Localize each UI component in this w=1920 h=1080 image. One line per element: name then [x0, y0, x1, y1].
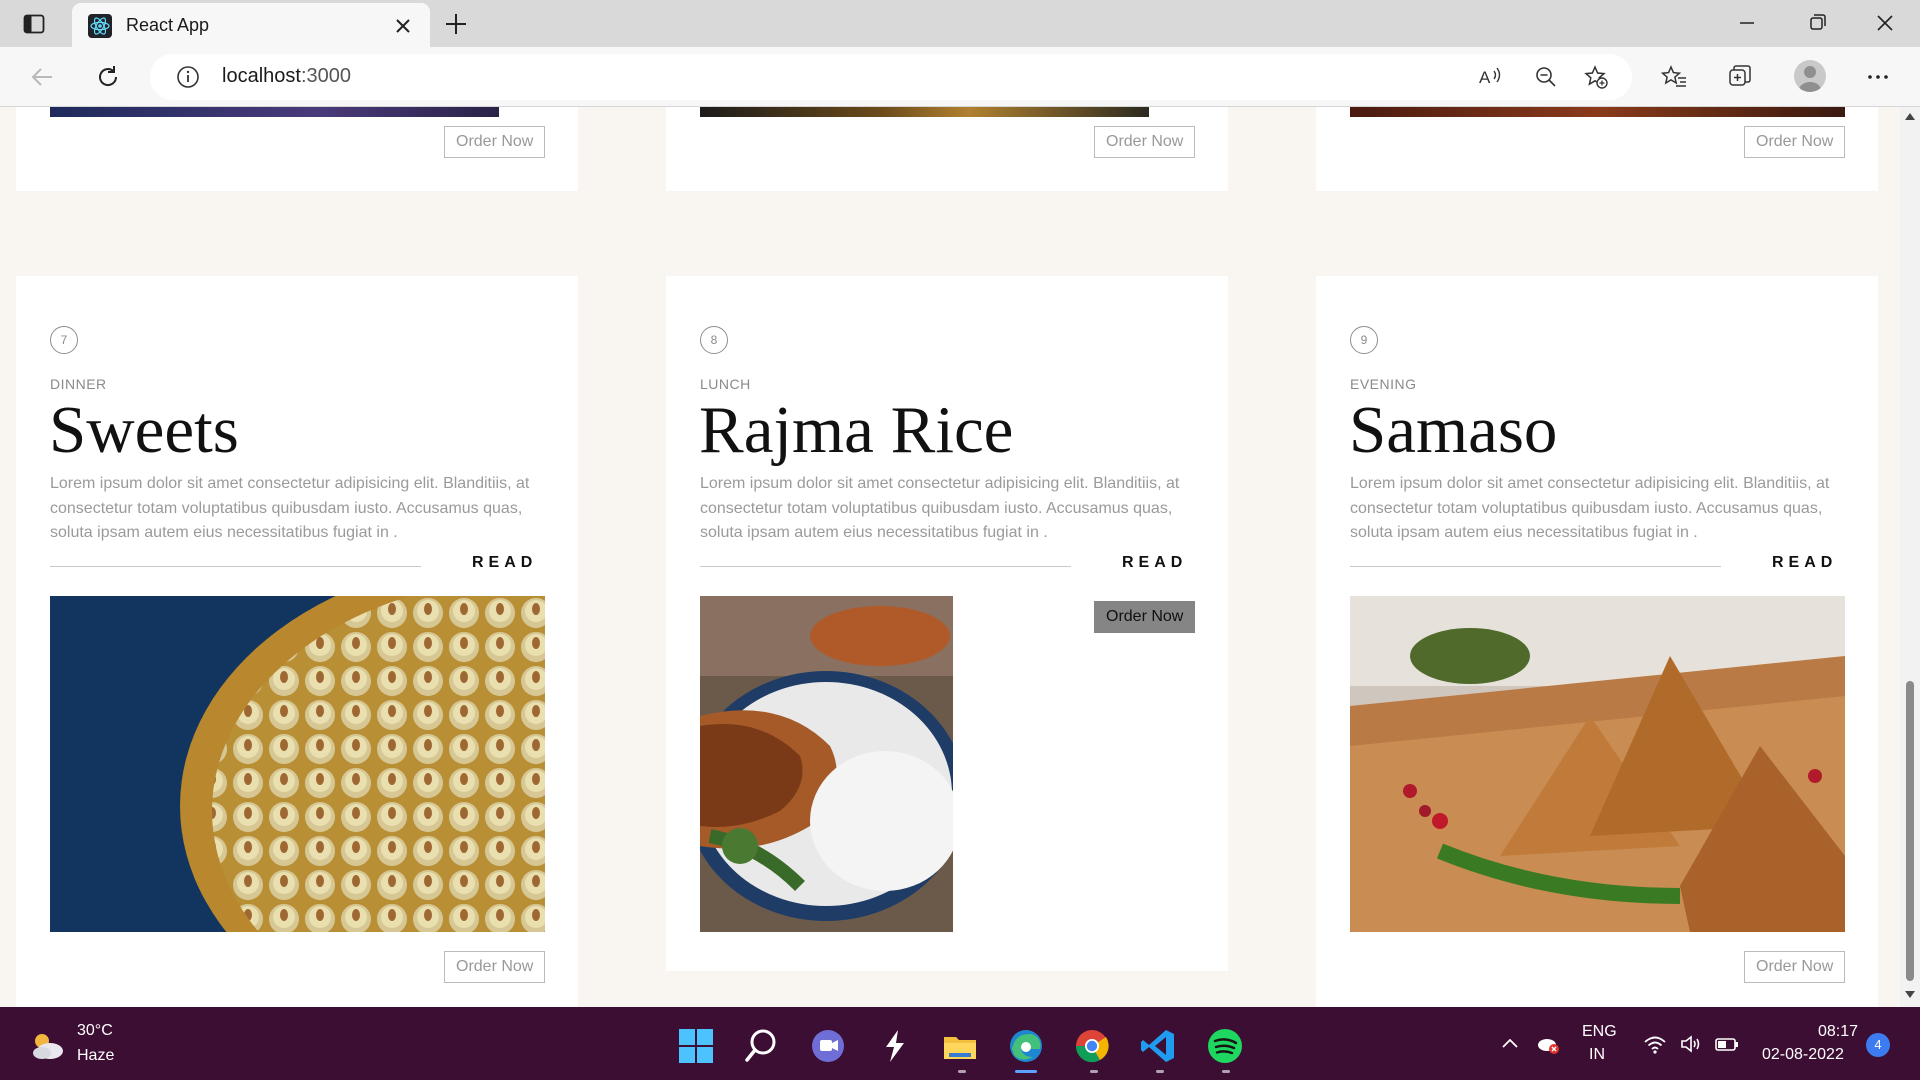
react-logo-icon [88, 14, 112, 38]
card-title: Sweets [49, 393, 239, 467]
weather-haze-icon[interactable] [28, 1029, 66, 1063]
menu-card-top-3: Order Now [1316, 107, 1878, 191]
samosa-image [1350, 596, 1845, 932]
order-now-button[interactable]: Order Now [1744, 126, 1846, 158]
search-icon[interactable] [743, 1027, 781, 1065]
svg-text:A: A [1479, 68, 1491, 87]
profile-avatar[interactable] [1794, 60, 1826, 92]
battery-icon[interactable] [1714, 1031, 1740, 1057]
weather-temperature[interactable]: 30°C [77, 1022, 113, 1040]
input-region[interactable]: IN [1589, 1046, 1605, 1064]
edge-browser-icon[interactable] [1007, 1027, 1045, 1065]
card-description: Lorem ipsum dolor sit amet consectetur a… [50, 475, 530, 541]
address-bar[interactable]: localhost:3000 A [150, 54, 1632, 100]
card-category: LUNCH [700, 376, 751, 392]
read-aloud-icon[interactable]: A [1476, 63, 1504, 91]
scroll-up-arrow-icon[interactable] [1905, 113, 1915, 120]
windows-taskbar: 30°C Haze ENG IN 08:17 02-08-2022 4 [0, 1007, 1920, 1080]
teams-chat-icon[interactable] [809, 1027, 847, 1065]
divider-line [50, 566, 421, 567]
sweets-image [50, 596, 545, 932]
scroll-down-arrow-icon[interactable] [1905, 991, 1915, 998]
more-options-icon[interactable] [1864, 63, 1892, 91]
running-indicator [1156, 1070, 1164, 1073]
input-language[interactable]: ENG [1582, 1023, 1617, 1041]
card-description: Lorem ipsum dolor sit amet consectetur a… [700, 475, 1180, 541]
card-category: DINNER [50, 376, 107, 392]
menu-card-top-2: Order Now [666, 107, 1228, 191]
running-indicator [958, 1070, 966, 1073]
notification-count-badge[interactable]: 4 [1866, 1033, 1890, 1057]
order-now-button[interactable]: Order Now [1744, 951, 1846, 983]
order-now-button[interactable]: Order Now [1094, 126, 1196, 158]
show-hidden-icons-chevron-icon[interactable] [1497, 1031, 1523, 1057]
menu-card-top-1: Order Now [16, 107, 578, 191]
card-number: 8 [700, 326, 728, 354]
zoom-out-icon[interactable] [1532, 63, 1560, 91]
onedrive-offline-icon[interactable] [1535, 1031, 1561, 1057]
page-viewport: Order Now Order Now Order Now 7 DINNER S… [0, 107, 1900, 1007]
spotify-icon[interactable] [1206, 1027, 1244, 1065]
back-arrow-icon[interactable] [28, 63, 56, 91]
site-info-icon[interactable] [176, 65, 200, 89]
order-now-button[interactable]: Order Now [444, 126, 546, 158]
close-tab-icon[interactable] [392, 15, 414, 37]
card-number: 7 [50, 326, 78, 354]
favorites-icon[interactable] [1660, 63, 1688, 91]
weather-condition[interactable]: Haze [77, 1047, 114, 1065]
sweets-platter-illustration [50, 596, 545, 932]
running-indicator [1090, 1070, 1098, 1073]
scrollbar-thumb[interactable] [1906, 681, 1914, 981]
clock-time[interactable]: 08:17 [1818, 1023, 1858, 1041]
menu-card-sweets: 7 DINNER Sweets Lorem ipsum dolor sit am… [16, 276, 578, 1007]
samosa-plate-illustration [1350, 596, 1845, 932]
dish-image-partial [700, 107, 1149, 117]
app-bolt-icon[interactable] [876, 1027, 914, 1065]
page-scrollbar[interactable] [1900, 107, 1920, 1007]
browser-tab-bar: React App [0, 0, 1920, 47]
card-title: Rajma Rice [699, 393, 1014, 467]
rajma-rice-illustration [700, 596, 953, 932]
order-now-button[interactable]: Order Now [444, 951, 546, 983]
browser-tab-active[interactable]: React App [72, 3, 430, 47]
card-description: Lorem ipsum dolor sit amet consectetur a… [1350, 475, 1830, 541]
start-menu-icon[interactable] [677, 1027, 715, 1065]
divider-line [700, 566, 1071, 567]
dish-image-partial [50, 107, 499, 117]
chrome-browser-icon[interactable] [1073, 1027, 1111, 1065]
card-category: EVENING [1350, 376, 1417, 392]
rajma-rice-image [700, 596, 953, 932]
restore-window-icon[interactable] [1802, 10, 1832, 36]
tab-title: React App [126, 15, 210, 35]
url-text[interactable]: localhost:3000 [222, 65, 351, 88]
new-tab-icon[interactable] [442, 10, 470, 38]
user-silhouette-icon [1799, 66, 1821, 92]
vscode-icon[interactable] [1139, 1027, 1177, 1065]
url-port: :3000 [300, 65, 351, 87]
collections-icon[interactable] [1726, 63, 1754, 91]
clock-date[interactable]: 02-08-2022 [1762, 1046, 1844, 1064]
running-indicator [1222, 1070, 1230, 1073]
url-host: localhost [222, 65, 301, 87]
read-link[interactable]: READ [1772, 554, 1837, 572]
read-link[interactable]: READ [1122, 554, 1187, 572]
dish-image-partial [1350, 107, 1845, 117]
refresh-icon[interactable] [94, 63, 122, 91]
close-window-icon[interactable] [1870, 10, 1900, 36]
card-title: Samaso [1349, 393, 1558, 467]
divider-line [1350, 566, 1721, 567]
wifi-icon[interactable] [1642, 1031, 1668, 1057]
order-now-button[interactable]: Order Now [1094, 601, 1196, 633]
minimize-window-icon[interactable] [1732, 10, 1762, 36]
read-link[interactable]: READ [472, 554, 537, 572]
file-explorer-icon[interactable] [941, 1027, 979, 1065]
sidebar-toggle-icon[interactable] [22, 12, 46, 36]
browser-toolbar: localhost:3000 A [0, 47, 1920, 107]
menu-card-rajma-rice: 8 LUNCH Rajma Rice Lorem ipsum dolor sit… [666, 276, 1228, 971]
menu-card-samaso: 9 EVENING Samaso Lorem ipsum dolor sit a… [1316, 276, 1878, 1007]
card-number: 9 [1350, 326, 1378, 354]
volume-icon[interactable] [1678, 1031, 1704, 1057]
active-app-indicator [1015, 1070, 1037, 1073]
add-favorite-icon[interactable] [1582, 63, 1610, 91]
